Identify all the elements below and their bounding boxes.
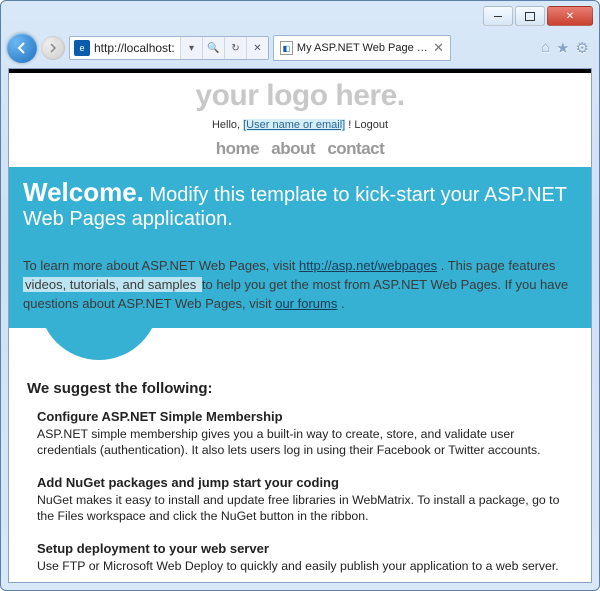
- back-button[interactable]: [7, 33, 37, 63]
- tools-icon[interactable]: ⚙: [576, 39, 589, 57]
- address-input[interactable]: [94, 37, 180, 59]
- page-viewport: your logo here. Hello, [User name or ema…: [8, 68, 592, 583]
- suggestion-title: Add NuGet packages and jump start your c…: [37, 475, 573, 490]
- minimize-button[interactable]: [483, 6, 513, 26]
- logout-link[interactable]: Logout: [354, 119, 388, 131]
- hero-curve: [9, 328, 591, 360]
- forward-button[interactable]: [41, 36, 65, 60]
- login-status: Hello, [User name or email] ! Logout: [9, 119, 591, 131]
- suggestions-heading: We suggest the following:: [27, 380, 573, 397]
- main-nav: home about contact: [9, 139, 591, 159]
- forums-link[interactable]: our forums: [275, 296, 337, 311]
- suggestions-section: We suggest the following: Configure ASP.…: [9, 360, 591, 583]
- nav-contact[interactable]: contact: [327, 139, 384, 158]
- arrow-left-icon: [15, 41, 29, 55]
- hero-banner: Welcome. Modify this template to kick-st…: [9, 167, 591, 247]
- asp-net-link[interactable]: http://asp.net/webpages: [299, 258, 437, 273]
- suggestion-item: Setup deployment to your web server Use …: [37, 541, 573, 575]
- intro-text-1: To learn more about ASP.NET Web Pages, v…: [23, 258, 299, 273]
- tab-close-button[interactable]: ✕: [433, 40, 444, 56]
- maximize-button[interactable]: [515, 6, 545, 26]
- tab-title: My ASP.NET Web Page - W...: [297, 42, 429, 54]
- home-icon[interactable]: ⌂: [541, 39, 550, 57]
- intro-text-2: . This page features: [437, 258, 555, 273]
- hero-intro: To learn more about ASP.NET Web Pages, v…: [9, 247, 591, 328]
- suggestion-desc: NuGet makes it easy to install and updat…: [37, 492, 573, 525]
- browser-window: e ▾ 🔍 ↻ ✕ ◧ My ASP.NET Web Page - W... ✕…: [0, 0, 600, 591]
- nav-home[interactable]: home: [216, 139, 259, 158]
- chrome-icons: ⌂ ★ ⚙: [541, 39, 593, 57]
- favorites-icon[interactable]: ★: [556, 39, 569, 57]
- suggestion-item: Configure ASP.NET Simple Membership ASP.…: [37, 409, 573, 459]
- suggestion-desc: ASP.NET simple membership gives you a bu…: [37, 426, 573, 459]
- close-button[interactable]: [547, 6, 593, 26]
- window-controls: [483, 6, 593, 26]
- address-bar: e ▾ 🔍 ↻ ✕: [69, 36, 269, 60]
- intro-end: .: [337, 296, 344, 311]
- page-header: your logo here. Hello, [User name or ema…: [9, 73, 591, 167]
- intro-highlight: videos, tutorials, and samples: [23, 277, 202, 292]
- search-button[interactable]: 🔍: [202, 37, 224, 59]
- titlebar: [1, 1, 599, 31]
- tab-favicon-icon: ◧: [280, 41, 293, 55]
- arrow-right-icon: [48, 43, 58, 53]
- stop-button[interactable]: ✕: [246, 37, 268, 59]
- nav-about[interactable]: about: [271, 139, 315, 158]
- username-link[interactable]: [User name or email]: [243, 119, 345, 131]
- refresh-button[interactable]: ↻: [224, 37, 246, 59]
- suggestion-item: Add NuGet packages and jump start your c…: [37, 475, 573, 525]
- hero-welcome: Welcome.: [23, 177, 144, 207]
- suggestion-title: Setup deployment to your web server: [37, 541, 573, 556]
- favicon-icon: e: [74, 40, 90, 56]
- browser-tab[interactable]: ◧ My ASP.NET Web Page - W... ✕: [273, 35, 451, 61]
- suggestion-title: Configure ASP.NET Simple Membership: [37, 409, 573, 424]
- logo: your logo here.: [9, 79, 591, 113]
- address-dropdown-button[interactable]: ▾: [180, 37, 202, 59]
- bang-text: !: [345, 119, 354, 131]
- suggestion-desc: Use FTP or Microsoft Web Deploy to quick…: [37, 558, 573, 575]
- browser-toolbar: e ▾ 🔍 ↻ ✕ ◧ My ASP.NET Web Page - W... ✕…: [1, 31, 599, 65]
- hello-text: Hello,: [212, 119, 243, 131]
